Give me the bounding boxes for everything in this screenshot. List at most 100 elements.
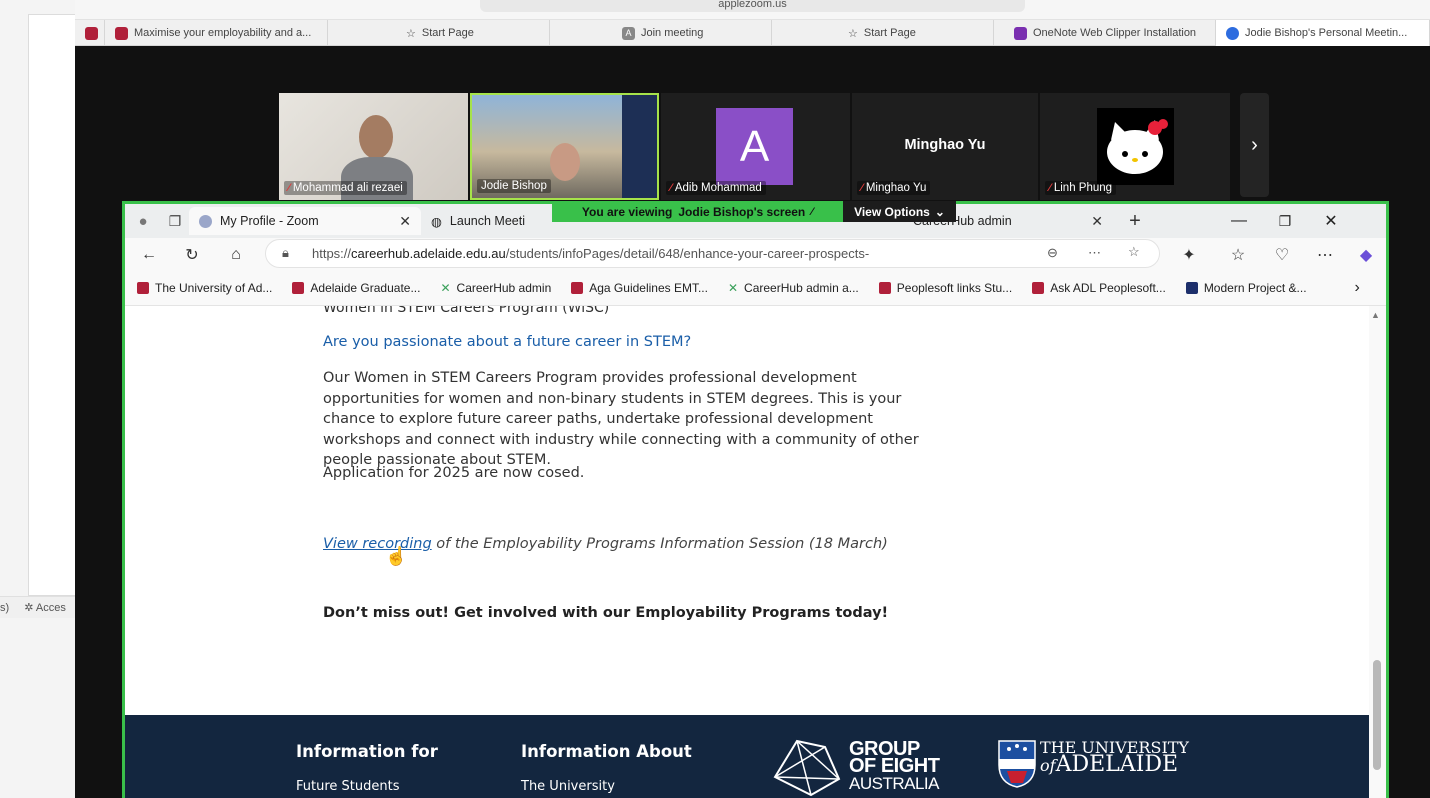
profile-icon[interactable]: ● <box>125 213 161 230</box>
favorite-label: Aga Guidelines EMT... <box>589 280 708 295</box>
favorite-item[interactable]: Ask ADL Peoplesoft... <box>1022 281 1176 295</box>
footer-link[interactable]: Future Students <box>296 779 399 794</box>
more-options-icon[interactable]: ⋯ <box>1314 244 1336 266</box>
adelaide-crest-icon[interactable] <box>997 737 1037 789</box>
favorite-item[interactable]: Adelaide Graduate... <box>282 281 430 295</box>
site-footer: Information for Future Students Informat… <box>125 715 1369 798</box>
favorite-star-icon[interactable]: ☆ <box>1128 244 1140 260</box>
scroll-up-icon[interactable]: ▲ <box>1371 310 1380 320</box>
scrollbar-thumb[interactable] <box>1373 660 1381 770</box>
edge-tab-label: Launch Meeti <box>449 214 525 228</box>
url-prefix: https:// <box>312 246 352 261</box>
restore-icon[interactable]: ❐ <box>1273 213 1297 230</box>
url-path: /students/infoPages/detail/648/enhance-y… <box>505 246 870 261</box>
favorite-label: CareerHub admin <box>456 280 552 295</box>
participant-tile[interactable]: ⁄ Linh Phung <box>1040 93 1230 200</box>
onenote-icon <box>1014 26 1027 40</box>
a-app-icon: A <box>622 26 635 40</box>
view-recording-link[interactable]: View recording <box>323 536 432 552</box>
mic-muted-icon: ⁄ <box>288 182 290 194</box>
participant-tile[interactable]: A ⁄ Adib Mohammad <box>661 93 850 200</box>
zoom-icon <box>1226 26 1239 40</box>
recording-description: of the Employability Programs Informatio… <box>431 536 888 552</box>
chevron-right-icon: › <box>1251 133 1258 156</box>
view-options-button[interactable]: View Options ⌄ <box>843 201 956 222</box>
uoa-of: of <box>1040 756 1056 775</box>
edge-tab[interactable]: My Profile - Zoom ✕ <box>189 207 421 235</box>
outer-tab[interactable]: OneNote Web Clipper Installation <box>994 20 1216 46</box>
go8-line: OF EIGHT <box>849 755 940 777</box>
url-host: careerhub.adelaide.edu.au <box>351 246 506 261</box>
participant-display-name: Minghao Yu <box>904 137 986 153</box>
outer-tab[interactable]: ☆ Start Page <box>772 20 994 46</box>
outer-tab[interactable]: A Join meeting <box>550 20 772 46</box>
favorite-label: Peoplesoft links Stu... <box>896 280 1013 295</box>
favorite-item[interactable]: The University of Ad... <box>125 281 282 295</box>
minimize-icon[interactable]: — <box>1227 212 1251 230</box>
home-icon[interactable]: ⌂ <box>225 244 247 266</box>
star-icon: ☆ <box>406 27 416 40</box>
participant-name: Adib Mohammad <box>674 182 762 194</box>
adelaide-crest-icon <box>115 26 128 40</box>
program-description: Our Women in STEM Careers Program provid… <box>323 370 919 468</box>
participant-name-tag: ⁄ Mohammad ali rezaei <box>284 181 407 195</box>
outer-tab-label: OneNote Web Clipper Installation <box>1033 27 1197 39</box>
adelaide-crest-icon <box>878 281 891 294</box>
outer-tab-pinned[interactable] <box>75 20 105 46</box>
copilot-icon[interactable]: ◆ <box>1355 244 1377 266</box>
participant-name: Minghao Yu <box>865 182 927 194</box>
participant-name: Linh Phung <box>1053 182 1113 194</box>
browser-essentials-icon[interactable]: ♡ <box>1271 244 1293 266</box>
outer-address-bar[interactable]: applezoom.us <box>480 0 1025 12</box>
favorite-item[interactable]: ✕ CareerHub admin a... <box>718 281 869 295</box>
group-of-eight-logo-icon[interactable] <box>771 737 843 797</box>
group-of-eight-wordmark: GROUP OF EIGHT AUSTRALIA <box>849 739 940 792</box>
close-window-icon[interactable]: ✕ <box>1319 211 1343 231</box>
close-tab-icon[interactable]: ✕ <box>1091 213 1103 230</box>
section-heading: Women in STEM Careers Program (WiSC) <box>323 306 610 316</box>
back-icon[interactable]: ← <box>138 244 160 266</box>
participant-name: Jodie Bishop <box>481 180 547 192</box>
favorites-list-icon[interactable]: ☆ <box>1227 244 1249 266</box>
participant-tile[interactable]: Minghao Yu ⁄ Minghao Yu <box>852 93 1038 200</box>
participant-video <box>359 115 393 159</box>
accessibility-icon[interactable]: ✲ <box>24 602 33 614</box>
footer-link[interactable]: The University <box>521 779 615 794</box>
view-options-label: View Options <box>854 204 930 219</box>
favorite-item[interactable]: Aga Guidelines EMT... <box>561 281 718 295</box>
mic-muted-icon: ⁄ <box>1049 182 1051 194</box>
new-tab-button[interactable]: + <box>1113 210 1157 233</box>
banner-prefix: You are viewing <box>581 204 673 219</box>
extensions-icon[interactable]: ✦ <box>1178 244 1200 266</box>
page-content: Women in STEM Careers Program (WiSC) Are… <box>125 306 1369 715</box>
participant-name-tag: Jodie Bishop <box>477 179 551 193</box>
adelaide-crest-icon <box>571 281 584 294</box>
outer-tab[interactable]: ☆ Start Page <box>328 20 550 46</box>
next-page-button[interactable]: › <box>1240 93 1269 197</box>
favorite-item[interactable]: Peoplesoft links Stu... <box>869 281 1022 295</box>
outer-tab-label: Start Page <box>863 27 916 39</box>
favorite-item[interactable]: Modern Project &... <box>1176 281 1317 295</box>
participant-tile-active-speaker[interactable]: Jodie Bishop <box>470 93 659 200</box>
outer-tab-active[interactable]: Jodie Bishop's Personal Meetin... <box>1216 20 1430 46</box>
refresh-icon[interactable]: ↻ <box>181 244 203 266</box>
chevron-right-icon[interactable]: › <box>1355 279 1360 297</box>
lock-icon: 🔒︎ <box>282 245 289 260</box>
footer-heading: Information for <box>296 742 438 761</box>
outer-url-text: applezoom.us <box>718 0 787 10</box>
adelaide-crest-icon <box>1032 281 1045 294</box>
avatar: A <box>716 108 793 185</box>
participant-name-tag: ⁄ Adib Mohammad <box>666 181 766 195</box>
reading-view-icon[interactable]: ⋯ <box>1088 245 1101 261</box>
participant-tile[interactable]: ⁄ Mohammad ali rezaei <box>279 93 468 200</box>
participant-name-tag: ⁄ Linh Phung <box>1045 181 1117 195</box>
workspaces-icon[interactable]: ❐ <box>161 213 189 230</box>
zoom-out-icon[interactable]: ⊖ <box>1047 245 1058 261</box>
favorite-label: Ask ADL Peoplesoft... <box>1050 280 1166 295</box>
close-tab-icon[interactable]: ✕ <box>399 213 411 230</box>
address-bar[interactable]: 🔒︎ https://careerhub.adelaide.edu.au/stu… <box>265 239 1160 268</box>
favorite-item[interactable]: ✕ CareerHub admin <box>430 281 561 295</box>
outer-tab[interactable]: Maximise your employability and a... <box>105 20 328 46</box>
application-closed-notice: Application for 2025 are now cosed. <box>323 465 585 481</box>
university-of-adelaide-wordmark: THE UNIVERSITY ofADELAIDE <box>1040 739 1189 776</box>
